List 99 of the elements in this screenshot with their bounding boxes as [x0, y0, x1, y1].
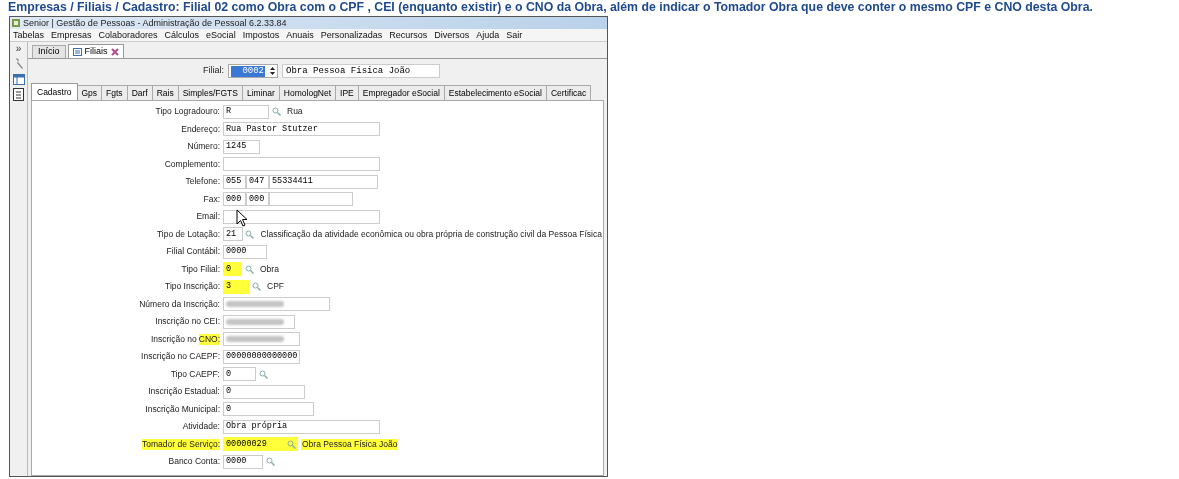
mouse-cursor-icon — [236, 209, 248, 227]
field-label: Número: — [187, 141, 220, 153]
field-label: Inscrição no — [150, 333, 197, 345]
search-icon[interactable] — [256, 367, 270, 382]
field-label: Filial Contábil: — [166, 246, 220, 258]
field-description: CPF — [266, 281, 285, 293]
app-icon — [12, 19, 20, 27]
tab[interactable]: Cadastro — [31, 83, 78, 100]
input-field[interactable] — [223, 332, 300, 347]
field-label: Filial: — [203, 64, 224, 78]
window-title: Senior | Gestão de Pessoas - Administração de Pessoal 6.2.33.84 — [23, 17, 287, 29]
input-field[interactable]: Rua Pastor Stutzer — [223, 122, 380, 137]
menu-item[interactable]: Tabelas — [13, 29, 45, 41]
input-field[interactable]: 000 — [246, 192, 269, 207]
field-description: Classificação da atividade econômica ou obra própria de construção civil da Pessoa Física — [259, 228, 603, 240]
field-label: Complemento: — [164, 158, 220, 170]
menu-item[interactable]: Recursos — [389, 29, 428, 41]
tab[interactable]: Estabelecimento eSocial — [444, 85, 547, 100]
input-field[interactable]: R — [223, 104, 269, 119]
input-field[interactable] — [269, 192, 353, 207]
menu-item[interactable]: Impostos — [242, 29, 280, 41]
branch-name-field[interactable]: Obra Pessoa Fisica João — [282, 64, 440, 78]
field-label: Inscrição no CEI: — [155, 316, 220, 328]
field-label: Número da Inscrição: — [139, 298, 220, 310]
search-icon[interactable] — [269, 104, 283, 119]
input-field[interactable]: 0000 — [223, 244, 267, 259]
close-icon[interactable] — [110, 47, 119, 56]
tab[interactable]: Filiais — [67, 44, 124, 58]
field-description: Rua — [286, 106, 304, 118]
field-label: Fax: — [203, 193, 220, 205]
field-label: CNO: — [198, 333, 220, 345]
tab[interactable]: Liminar — [242, 85, 280, 100]
tab[interactable]: IPE — [336, 85, 359, 100]
field-label: Email: — [196, 211, 220, 223]
search-icon[interactable] — [284, 437, 298, 452]
field-label: Tipo Logradouro: — [155, 106, 220, 118]
blurred-value — [226, 301, 284, 308]
input-field[interactable] — [223, 209, 380, 224]
input-field[interactable]: 00000000000000 — [223, 349, 300, 364]
menu-item[interactable]: Ajuda — [476, 29, 500, 41]
tab[interactable]: Início — [32, 45, 66, 58]
field-label: Inscrição Estadual: — [148, 386, 220, 398]
field-label: Inscrição no CAEPF: — [141, 351, 220, 363]
menu-item[interactable]: Diversos — [434, 29, 470, 41]
input-field[interactable]: 21 — [223, 227, 243, 242]
search-icon[interactable] — [243, 227, 257, 242]
input-field[interactable] — [223, 314, 295, 329]
search-icon[interactable] — [242, 262, 256, 277]
tab[interactable]: Certificac — [546, 85, 592, 100]
tab[interactable]: Darf — [127, 85, 153, 100]
tab[interactable]: Gps — [77, 85, 103, 100]
field-description: Obra — [259, 263, 280, 275]
spinner-icon[interactable] — [270, 67, 275, 75]
input-field[interactable]: 047 — [246, 174, 269, 189]
input-field[interactable]: 1245 — [223, 139, 260, 154]
input-field[interactable]: 0 — [223, 402, 314, 417]
field-label: Atividade: — [182, 421, 220, 433]
tab[interactable]: Empregador eSocial — [358, 85, 445, 100]
field-label: Tomador de Serviço: — [142, 438, 220, 450]
form-icon — [72, 47, 82, 56]
menu-item[interactable]: Anuais — [286, 29, 314, 41]
tab[interactable]: Simples/FGTS — [178, 85, 243, 100]
field-description: Obra Pessoa Física João — [301, 438, 399, 450]
blurred-value — [226, 318, 284, 325]
panel-icon[interactable] — [12, 74, 25, 85]
input-field[interactable]: 0 — [223, 384, 305, 399]
input-field[interactable] — [223, 297, 330, 312]
menu-item[interactable]: Empresas — [51, 29, 92, 41]
field-label: Tipo CAEPF: — [170, 368, 220, 380]
caption-heading: Empresas / Filiais / Cadastro: Filial 02 como Obra com o CPF , CEI (enquanto existir) e o CNO da Obra, além de indicar o Tomador Obra que deve conter o mesmo CPF e CNO desta Obra. — [8, 0, 1093, 15]
field-label: Endereço: — [181, 123, 220, 135]
input-field[interactable]: 0 — [223, 367, 256, 382]
tab[interactable]: Rais — [152, 85, 179, 100]
input-field[interactable]: 0 — [223, 262, 242, 277]
field-label: Tipo Inscrição: — [165, 281, 220, 293]
field-label: Telefone: — [185, 176, 220, 188]
input-field[interactable]: 55334411 — [269, 174, 378, 189]
document-icon[interactable] — [13, 88, 24, 101]
blurred-value — [226, 336, 284, 343]
tab[interactable]: Fgts — [102, 85, 128, 100]
field-label: Inscrição Municipal: — [145, 403, 220, 415]
input-field[interactable]: 0000 — [223, 454, 263, 469]
field-label: Tipo Filial: — [181, 263, 220, 275]
menu-item[interactable]: eSocial — [206, 29, 236, 41]
branch-code-spinner[interactable]: 0002 — [228, 64, 278, 78]
input-field[interactable] — [223, 157, 380, 172]
field-label: Banco Conta: — [168, 456, 220, 468]
tab[interactable]: HomologNet — [279, 85, 337, 100]
menu-item[interactable]: Cálculos — [164, 29, 200, 41]
input-field[interactable]: 055 — [223, 174, 246, 189]
field-label: Tipo de Lotação: — [157, 228, 220, 240]
expand-toggle[interactable]: » — [15, 43, 22, 55]
input-field[interactable]: 00000029 — [223, 437, 284, 452]
menu-item[interactable]: Personalizadas — [320, 29, 383, 41]
input-field[interactable]: 000 — [223, 192, 246, 207]
input-field[interactable]: Obra própria — [223, 419, 380, 434]
menu-item[interactable]: Sair — [506, 29, 523, 41]
input-field[interactable]: 3 — [223, 279, 249, 294]
menu-item[interactable]: Colaboradores — [98, 29, 158, 41]
